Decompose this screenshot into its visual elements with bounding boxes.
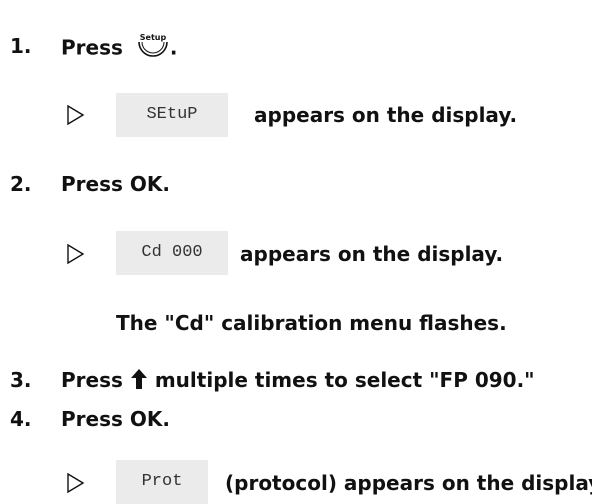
- step-number: 1.: [10, 34, 32, 58]
- step-text: Press OK.: [61, 172, 170, 196]
- display-readout: Prot: [116, 460, 208, 504]
- step-number: 3.: [10, 368, 32, 392]
- step-text-after: multiple times to select "FP 090.": [154, 368, 535, 392]
- display-readout: SEtuP: [116, 93, 228, 137]
- step-text-before: Press: [61, 368, 123, 392]
- step-number: 2.: [10, 172, 32, 196]
- result-arrow-icon: [66, 242, 86, 266]
- setup-button-icon: Setup: [136, 28, 170, 58]
- result-text: (protocol) appears on the display.: [225, 471, 592, 495]
- step-text-after: .: [169, 35, 178, 60]
- calibration-note: The "Cd" calibration menu flashes.: [116, 311, 507, 335]
- step-text-before: Press: [61, 35, 123, 60]
- step-text: Press OK.: [61, 407, 170, 431]
- step-text: Press multiple times to select "FP 090.": [61, 368, 535, 393]
- result-text: appears on the display.: [254, 103, 518, 127]
- up-arrow-icon: [130, 368, 148, 390]
- step-number: 4.: [10, 407, 32, 431]
- result-text: appears on the display.: [240, 242, 504, 266]
- display-readout: Cd 000: [116, 231, 228, 275]
- result-arrow-icon: [66, 103, 86, 127]
- result-arrow-icon: [66, 471, 86, 495]
- step-text: Press Setup .: [61, 33, 178, 64]
- setup-button-label: Setup: [140, 33, 167, 42]
